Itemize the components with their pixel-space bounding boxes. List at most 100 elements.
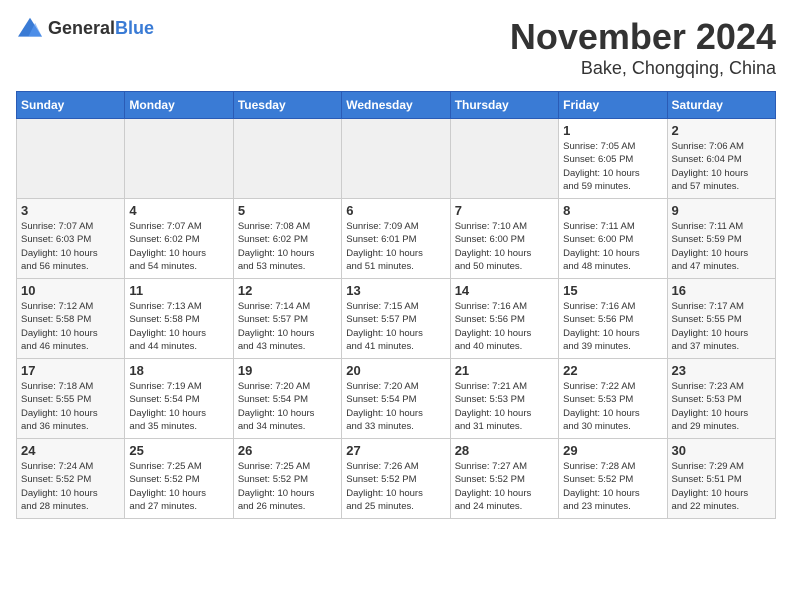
day-info: Sunrise: 7:06 AM Sunset: 6:04 PM Dayligh…: [672, 140, 771, 193]
day-info: Sunrise: 7:16 AM Sunset: 5:56 PM Dayligh…: [563, 300, 662, 353]
day-info: Sunrise: 7:19 AM Sunset: 5:54 PM Dayligh…: [129, 380, 228, 433]
day-number: 28: [455, 443, 554, 458]
day-number: 5: [238, 203, 337, 218]
header-day-friday: Friday: [559, 92, 667, 119]
calendar-week-3: 10Sunrise: 7:12 AM Sunset: 5:58 PM Dayli…: [17, 279, 776, 359]
calendar-header-row: SundayMondayTuesdayWednesdayThursdayFrid…: [17, 92, 776, 119]
day-number: 12: [238, 283, 337, 298]
calendar-cell: 19 Sunrise: 7:20 AM Sunset: 5:54 PM Dayli…: [233, 359, 341, 439]
calendar-cell: 12 Sunrise: 7:14 AM Sunset: 5:57 PM Dayli…: [233, 279, 341, 359]
calendar-cell: 7 Sunrise: 7:10 AM Sunset: 6:00 PM Daylig…: [450, 199, 558, 279]
calendar-week-1: 1Sunrise: 7:05 AM Sunset: 6:05 PM Daylig…: [17, 119, 776, 199]
day-number: 16: [672, 283, 771, 298]
calendar-cell: 2 Sunrise: 7:06 AM Sunset: 6:04 PM Daylig…: [667, 119, 775, 199]
day-number: 15: [563, 283, 662, 298]
page-header: GeneralBlue November 2024 Bake, Chongqin…: [16, 16, 776, 79]
calendar-cell: 25Sunrise: 7:25 AM Sunset: 5:52 PM Dayli…: [125, 439, 233, 519]
calendar-cell: 6 Sunrise: 7:09 AM Sunset: 6:01 PM Daylig…: [342, 199, 450, 279]
day-info: Sunrise: 7:28 AM Sunset: 5:52 PM Dayligh…: [563, 460, 662, 513]
logo: GeneralBlue: [16, 16, 154, 40]
day-number: 3: [21, 203, 120, 218]
calendar-cell: 16 Sunrise: 7:17 AM Sunset: 5:55 PM Dayli…: [667, 279, 775, 359]
day-info: Sunrise: 7:18 AM Sunset: 5:55 PM Dayligh…: [21, 380, 120, 433]
day-info: Sunrise: 7:27 AM Sunset: 5:52 PM Dayligh…: [455, 460, 554, 513]
calendar-cell: 18 Sunrise: 7:19 AM Sunset: 5:54 PM Dayli…: [125, 359, 233, 439]
calendar-cell: [342, 119, 450, 199]
month-title: November 2024: [510, 16, 776, 58]
day-info: Sunrise: 7:25 AM Sunset: 5:52 PM Dayligh…: [238, 460, 337, 513]
calendar-cell: 23 Sunrise: 7:23 AM Sunset: 5:53 PM Dayli…: [667, 359, 775, 439]
header-day-monday: Monday: [125, 92, 233, 119]
day-number: 30: [672, 443, 771, 458]
day-number: 19: [238, 363, 337, 378]
calendar-cell: 27 Sunrise: 7:26 AM Sunset: 5:52 PM Dayli…: [342, 439, 450, 519]
day-number: 9: [672, 203, 771, 218]
calendar-cell: 10Sunrise: 7:12 AM Sunset: 5:58 PM Dayli…: [17, 279, 125, 359]
calendar-cell: [17, 119, 125, 199]
day-number: 23: [672, 363, 771, 378]
day-info: Sunrise: 7:08 AM Sunset: 6:02 PM Dayligh…: [238, 220, 337, 273]
calendar-cell: 20 Sunrise: 7:20 AM Sunset: 5:54 PM Dayli…: [342, 359, 450, 439]
day-number: 14: [455, 283, 554, 298]
day-number: 24: [21, 443, 120, 458]
calendar-cell: [450, 119, 558, 199]
calendar-cell: 11 Sunrise: 7:13 AM Sunset: 5:58 PM Dayli…: [125, 279, 233, 359]
day-info: Sunrise: 7:07 AM Sunset: 6:03 PM Dayligh…: [21, 220, 120, 273]
calendar-cell: 1Sunrise: 7:05 AM Sunset: 6:05 PM Daylig…: [559, 119, 667, 199]
day-info: Sunrise: 7:09 AM Sunset: 6:01 PM Dayligh…: [346, 220, 445, 273]
day-number: 8: [563, 203, 662, 218]
logo-general: General: [48, 18, 115, 38]
day-number: 26: [238, 443, 337, 458]
day-number: 22: [563, 363, 662, 378]
header-day-wednesday: Wednesday: [342, 92, 450, 119]
calendar-cell: 8 Sunrise: 7:11 AM Sunset: 6:00 PM Daylig…: [559, 199, 667, 279]
day-number: 18: [129, 363, 228, 378]
calendar-table: SundayMondayTuesdayWednesdayThursdayFrid…: [16, 91, 776, 519]
calendar-cell: 3 Sunrise: 7:07 AM Sunset: 6:03 PM Daylig…: [17, 199, 125, 279]
day-info: Sunrise: 7:26 AM Sunset: 5:52 PM Dayligh…: [346, 460, 445, 513]
day-info: Sunrise: 7:10 AM Sunset: 6:00 PM Dayligh…: [455, 220, 554, 273]
calendar-cell: 24 Sunrise: 7:24 AM Sunset: 5:52 PM Dayli…: [17, 439, 125, 519]
day-number: 11: [129, 283, 228, 298]
day-number: 7: [455, 203, 554, 218]
day-info: Sunrise: 7:24 AM Sunset: 5:52 PM Dayligh…: [21, 460, 120, 513]
calendar-cell: 9 Sunrise: 7:11 AM Sunset: 5:59 PM Daylig…: [667, 199, 775, 279]
calendar-cell: 4Sunrise: 7:07 AM Sunset: 6:02 PM Daylig…: [125, 199, 233, 279]
calendar-cell: 28 Sunrise: 7:27 AM Sunset: 5:52 PM Dayli…: [450, 439, 558, 519]
day-info: Sunrise: 7:11 AM Sunset: 5:59 PM Dayligh…: [672, 220, 771, 273]
day-number: 10: [21, 283, 120, 298]
calendar-week-4: 17 Sunrise: 7:18 AM Sunset: 5:55 PM Dayli…: [17, 359, 776, 439]
location-subtitle: Bake, Chongqing, China: [510, 58, 776, 79]
day-info: Sunrise: 7:23 AM Sunset: 5:53 PM Dayligh…: [672, 380, 771, 433]
header-day-tuesday: Tuesday: [233, 92, 341, 119]
calendar-week-5: 24 Sunrise: 7:24 AM Sunset: 5:52 PM Dayli…: [17, 439, 776, 519]
calendar-cell: 30 Sunrise: 7:29 AM Sunset: 5:51 PM Dayli…: [667, 439, 775, 519]
day-info: Sunrise: 7:15 AM Sunset: 5:57 PM Dayligh…: [346, 300, 445, 353]
day-number: 27: [346, 443, 445, 458]
day-info: Sunrise: 7:07 AM Sunset: 6:02 PM Dayligh…: [129, 220, 228, 273]
day-info: Sunrise: 7:17 AM Sunset: 5:55 PM Dayligh…: [672, 300, 771, 353]
calendar-cell: 15 Sunrise: 7:16 AM Sunset: 5:56 PM Dayli…: [559, 279, 667, 359]
day-info: Sunrise: 7:16 AM Sunset: 5:56 PM Dayligh…: [455, 300, 554, 353]
day-info: Sunrise: 7:22 AM Sunset: 5:53 PM Dayligh…: [563, 380, 662, 433]
calendar-cell: 17 Sunrise: 7:18 AM Sunset: 5:55 PM Dayli…: [17, 359, 125, 439]
day-info: Sunrise: 7:11 AM Sunset: 6:00 PM Dayligh…: [563, 220, 662, 273]
day-number: 2: [672, 123, 771, 138]
day-info: Sunrise: 7:20 AM Sunset: 5:54 PM Dayligh…: [346, 380, 445, 433]
calendar-cell: 21Sunrise: 7:21 AM Sunset: 5:53 PM Dayli…: [450, 359, 558, 439]
day-number: 25: [129, 443, 228, 458]
day-number: 20: [346, 363, 445, 378]
calendar-cell: 14 Sunrise: 7:16 AM Sunset: 5:56 PM Dayli…: [450, 279, 558, 359]
calendar-cell: 5 Sunrise: 7:08 AM Sunset: 6:02 PM Daylig…: [233, 199, 341, 279]
day-info: Sunrise: 7:14 AM Sunset: 5:57 PM Dayligh…: [238, 300, 337, 353]
calendar-cell: 13Sunrise: 7:15 AM Sunset: 5:57 PM Dayli…: [342, 279, 450, 359]
day-number: 17: [21, 363, 120, 378]
day-number: 6: [346, 203, 445, 218]
day-info: Sunrise: 7:20 AM Sunset: 5:54 PM Dayligh…: [238, 380, 337, 433]
header-day-saturday: Saturday: [667, 92, 775, 119]
day-info: Sunrise: 7:05 AM Sunset: 6:05 PM Dayligh…: [563, 140, 662, 193]
calendar-cell: 26 Sunrise: 7:25 AM Sunset: 5:52 PM Dayli…: [233, 439, 341, 519]
day-info: Sunrise: 7:13 AM Sunset: 5:58 PM Dayligh…: [129, 300, 228, 353]
header-day-thursday: Thursday: [450, 92, 558, 119]
day-info: Sunrise: 7:29 AM Sunset: 5:51 PM Dayligh…: [672, 460, 771, 513]
